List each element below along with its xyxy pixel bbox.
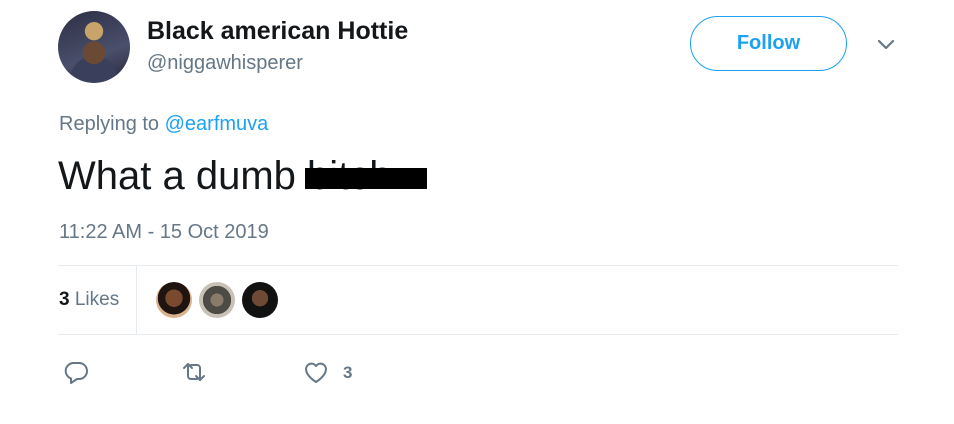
retweet-icon[interactable] [180,358,208,386]
liker-avatar[interactable] [199,282,235,318]
likes-label: Likes [74,289,120,310]
follow-button[interactable]: Follow [690,16,847,71]
likes-count: 3 [59,289,70,310]
replying-prefix: Replying to [59,113,160,135]
divider [58,265,898,266]
redaction-bar [305,168,427,189]
display-name[interactable]: Black american Hottie [147,17,408,46]
timestamp[interactable]: 11:22 AM - 15 Oct 2019 [59,221,269,244]
chevron-down-icon[interactable] [876,38,896,52]
divider [58,334,898,335]
heart-icon[interactable] [302,358,330,386]
like-count: 3 [343,363,353,382]
reply-icon[interactable] [62,358,90,386]
liker-avatar[interactable] [242,282,278,318]
mention-link[interactable]: @earfmuva [165,113,269,135]
likes-stat[interactable]: 3 Likes [59,289,119,311]
liker-avatar[interactable] [156,282,192,318]
divider [136,265,137,334]
replying-to: Replying to @earfmuva [59,113,268,136]
avatar[interactable] [58,11,130,83]
user-handle[interactable]: @niggawhisperer [147,52,303,75]
